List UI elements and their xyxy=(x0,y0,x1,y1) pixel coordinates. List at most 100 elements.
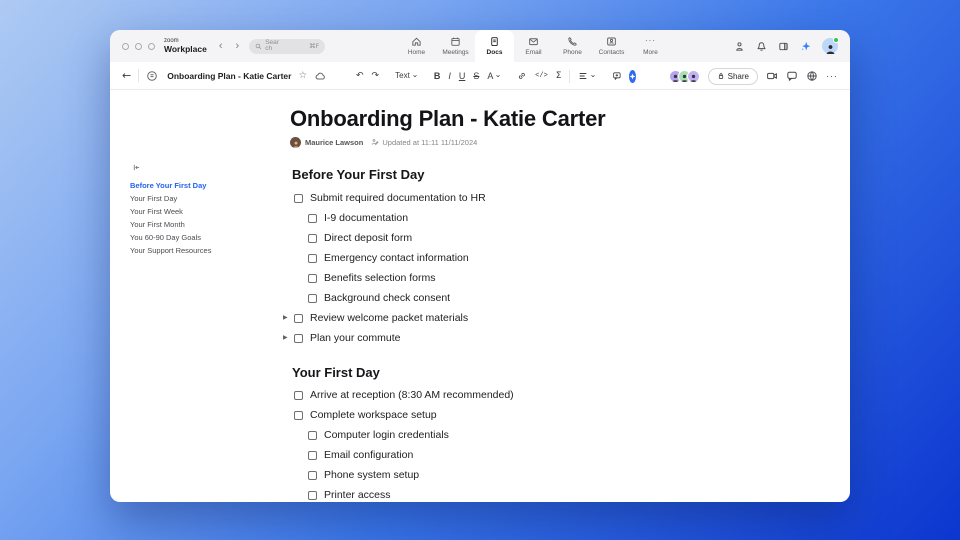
page-title[interactable]: Onboarding Plan - Katie Carter xyxy=(290,106,750,132)
doc-title-breadcrumb[interactable]: Onboarding Plan - Katie Carter xyxy=(167,71,291,81)
doc-badge-icon[interactable] xyxy=(146,70,158,82)
checkbox[interactable] xyxy=(308,430,317,440)
redo-button[interactable]: ↷ xyxy=(372,71,380,81)
checklist-item[interactable]: I-9 documentation xyxy=(290,208,750,228)
tab-phone[interactable]: Phone xyxy=(553,30,592,62)
underline-button[interactable]: U xyxy=(459,71,466,81)
search-icon xyxy=(255,43,262,49)
checklist-item[interactable]: Email configuration xyxy=(290,445,750,465)
expand-caret-icon[interactable]: ▶ xyxy=(283,314,288,321)
code-block-button[interactable]: </> xyxy=(535,72,548,80)
checkbox[interactable] xyxy=(308,213,317,223)
checklist-item[interactable]: ▶ Review welcome packet materials xyxy=(283,308,750,328)
checklist-item[interactable]: Direct deposit form xyxy=(290,228,750,248)
expand-caret-icon[interactable]: ▶ xyxy=(283,334,288,341)
contact-card-icon xyxy=(607,37,616,46)
outline-item-your-first-month[interactable]: Your First Month xyxy=(130,218,280,231)
tab-contacts[interactable]: Contacts xyxy=(592,30,631,62)
outline-item-60-90-day-goals[interactable]: You 60-90 Day Goals xyxy=(130,231,280,244)
checklist-item[interactable]: Phone system setup xyxy=(290,465,750,485)
italic-button[interactable]: I xyxy=(448,71,451,81)
edited-pencil-icon xyxy=(372,139,379,145)
checkbox[interactable] xyxy=(294,193,303,203)
align-lines-icon xyxy=(579,73,586,79)
checklist-item[interactable]: Emergency contact information xyxy=(290,248,750,268)
window-zoom-button[interactable] xyxy=(148,42,155,50)
checklist-item[interactable]: Benefits selection forms xyxy=(290,268,750,288)
comment-icon[interactable] xyxy=(612,71,622,81)
tab-more[interactable]: ··· More xyxy=(631,30,670,62)
collapse-outline-icon[interactable] xyxy=(132,163,280,172)
checkbox[interactable] xyxy=(308,293,317,303)
checkbox[interactable] xyxy=(308,233,317,243)
checkbox[interactable] xyxy=(294,410,303,420)
tab-meetings[interactable]: Meetings xyxy=(436,30,475,62)
nav-forward-button[interactable]: › xyxy=(236,40,240,52)
checklist-item[interactable]: Computer login credentials xyxy=(290,425,750,445)
lock-icon xyxy=(718,73,723,79)
checkbox[interactable] xyxy=(308,273,317,283)
checklist-item[interactable]: Background check consent xyxy=(290,288,750,308)
brand-workplace: Workplace xyxy=(164,44,207,55)
cloud-sync-icon[interactable] xyxy=(314,70,326,82)
author-avatar xyxy=(290,136,301,148)
checklist-item[interactable]: Printer access xyxy=(290,485,750,502)
section-heading[interactable]: Your First Day xyxy=(290,365,750,380)
undo-button[interactable]: ↶ xyxy=(356,71,364,81)
user-avatar[interactable] xyxy=(822,37,839,54)
doc-toolbar-right: Share ··· xyxy=(668,62,838,90)
bold-button[interactable]: B xyxy=(434,71,441,81)
home-icon xyxy=(412,37,421,46)
chevron-down-icon xyxy=(590,75,595,78)
tab-docs[interactable]: Docs xyxy=(475,30,514,62)
checkbox[interactable] xyxy=(294,390,303,400)
star-favorite-icon[interactable]: ☆ xyxy=(298,70,307,81)
outline-item-support-resources[interactable]: Your Support Resources xyxy=(130,244,280,257)
nav-back-button[interactable]: ‹ xyxy=(219,40,223,52)
more-options-button[interactable]: ··· xyxy=(826,71,838,81)
back-button[interactable]: ← xyxy=(122,69,131,82)
checkbox[interactable] xyxy=(308,253,317,263)
checklist-item[interactable]: ▶ Plan your commute xyxy=(283,328,750,348)
window-minimize-button[interactable] xyxy=(135,42,142,50)
checklist-item[interactable]: Complete workspace setup xyxy=(290,405,750,425)
outline-item-your-first-day[interactable]: Your First Day xyxy=(130,192,280,205)
text-color-dropdown[interactable]: A xyxy=(487,71,501,81)
formula-button[interactable]: Σ xyxy=(556,71,562,81)
collaborator-avatars[interactable] xyxy=(668,69,700,83)
checkbox[interactable] xyxy=(308,470,317,480)
formatting-toolbar: ↶ ↷ Text B I U S A </> Σ xyxy=(356,62,653,90)
chat-icon[interactable] xyxy=(786,70,798,82)
checkbox[interactable] xyxy=(308,450,317,460)
side-panel-icon[interactable] xyxy=(778,41,789,52)
envelope-icon xyxy=(529,38,538,46)
outline-item-before-your-first-day[interactable]: Before Your First Day xyxy=(130,179,280,192)
profile-icon[interactable] xyxy=(734,41,745,52)
share-button[interactable]: Share xyxy=(707,67,758,85)
checklist-item[interactable]: Submit required documentation to HR xyxy=(290,188,750,208)
tab-email[interactable]: Email xyxy=(514,30,553,62)
section-heading[interactable]: Before Your First Day xyxy=(290,167,750,182)
checkbox[interactable] xyxy=(294,333,303,343)
calendar-icon xyxy=(451,37,460,46)
ai-companion-button[interactable] xyxy=(629,69,637,83)
tab-home[interactable]: Home xyxy=(397,30,436,62)
link-icon[interactable] xyxy=(517,71,527,81)
checkbox[interactable] xyxy=(308,490,317,500)
search-input[interactable]: Search ⌘F xyxy=(249,38,326,54)
ai-star-icon xyxy=(629,72,636,80)
checklist-item[interactable]: Arrive at reception (8:30 AM recommended… xyxy=(290,385,750,405)
globe-icon[interactable] xyxy=(806,70,818,82)
avatar-person-icon xyxy=(826,45,834,54)
text-style-dropdown[interactable]: Text xyxy=(395,72,418,80)
desktop-background: zoom Workplace ‹ › Search ⌘F Home Meetin… xyxy=(0,0,960,540)
align-dropdown[interactable] xyxy=(578,71,596,81)
outline-item-your-first-week[interactable]: Your First Week xyxy=(130,205,280,218)
bell-icon[interactable] xyxy=(756,41,767,52)
window-close-button[interactable] xyxy=(122,42,129,50)
video-call-icon[interactable] xyxy=(766,70,778,82)
checkbox[interactable] xyxy=(294,313,303,323)
strikethrough-button[interactable]: S xyxy=(473,71,479,81)
search-placeholder: Search xyxy=(265,38,279,52)
ai-sparkle-icon[interactable] xyxy=(800,41,811,52)
